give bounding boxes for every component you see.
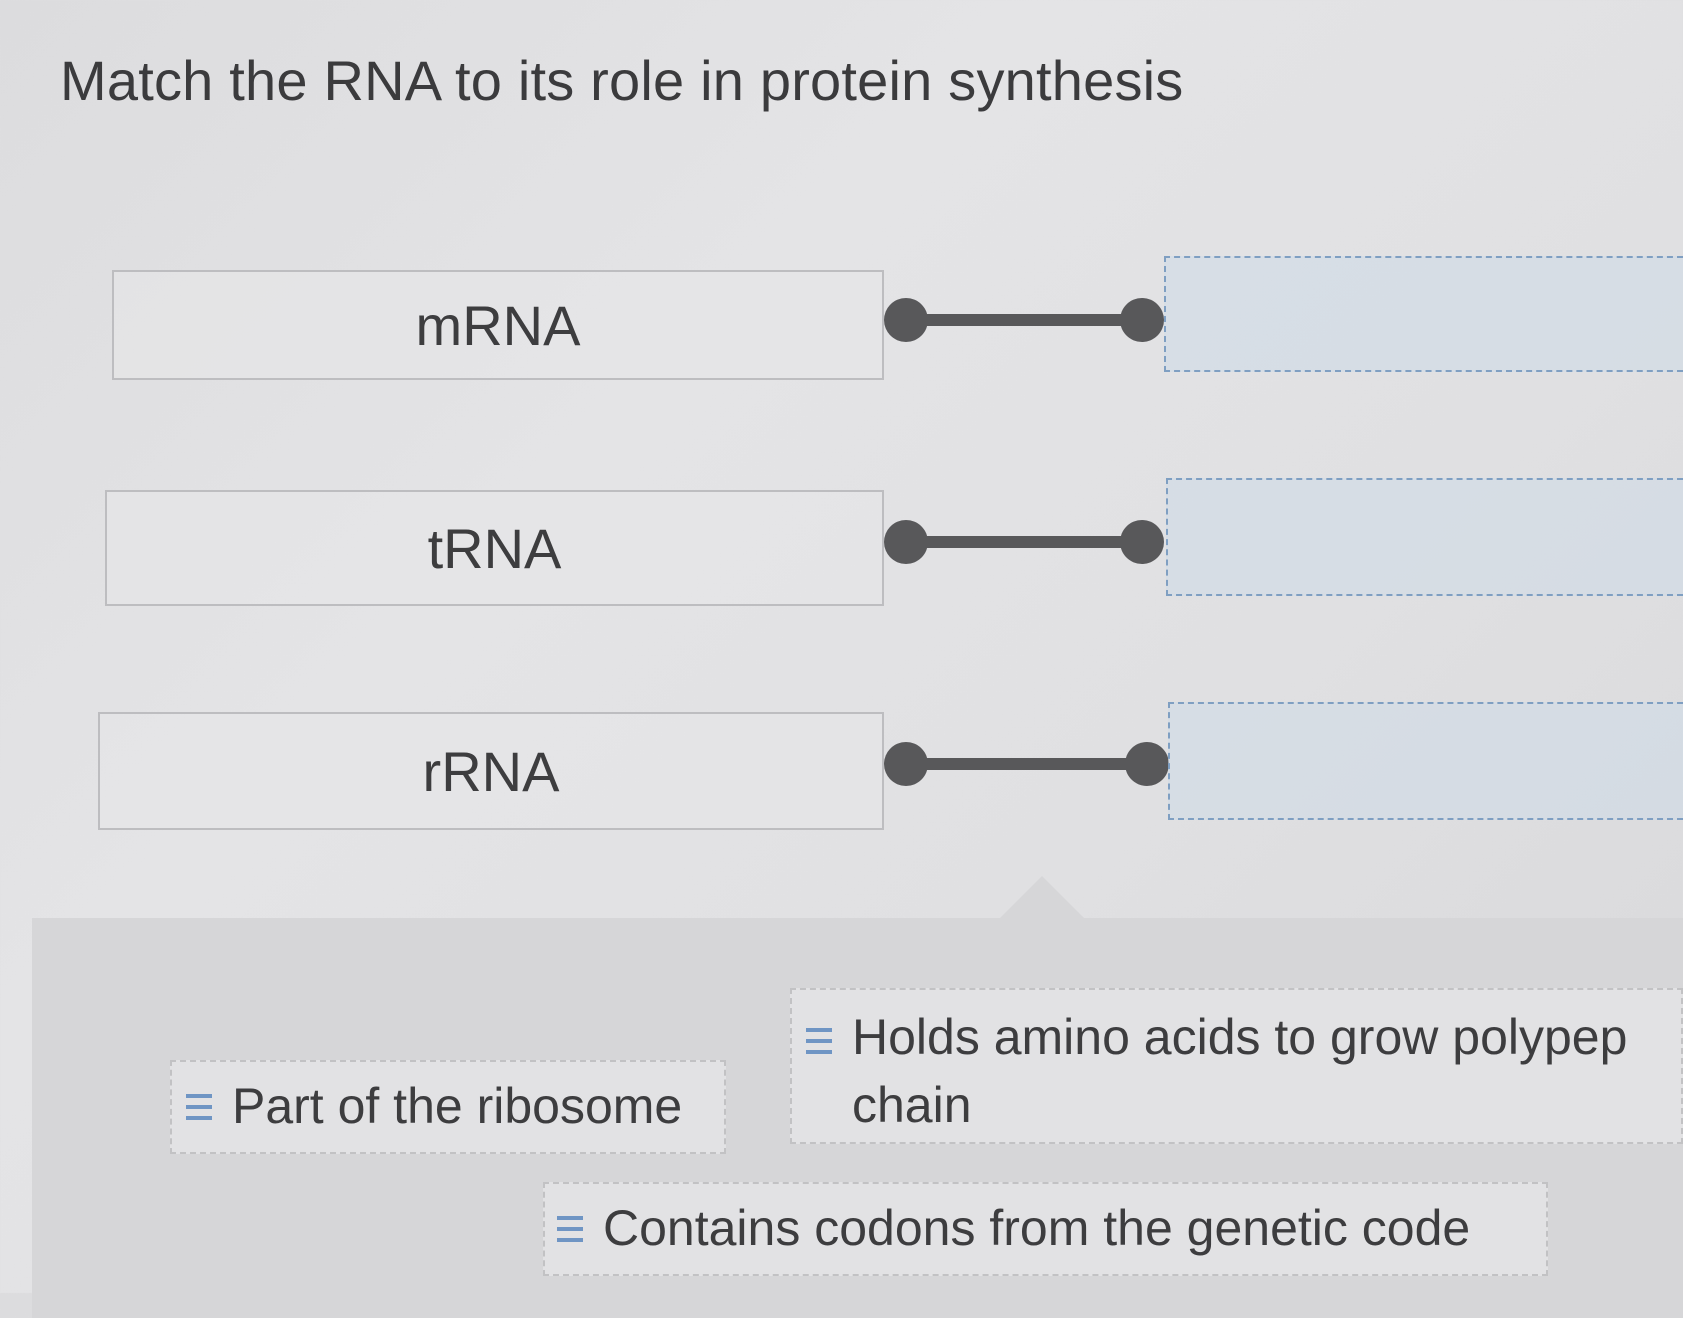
answer-chip-label-line2: chain <box>852 1076 972 1133</box>
tray-pointer <box>1000 876 1084 918</box>
connector-line <box>904 536 1144 548</box>
drag-handle-icon[interactable] <box>806 1026 832 1056</box>
connector-line <box>904 758 1149 770</box>
answer-chip-label: Contains codons from the genetic code <box>603 1200 1471 1257</box>
question-title: Match the RNA to its role in protein syn… <box>60 49 1184 112</box>
rna-item-label: rRNA <box>422 739 560 803</box>
connector-line <box>904 314 1144 326</box>
drag-handle-icon[interactable] <box>186 1092 212 1122</box>
drop-target-trna[interactable] <box>1166 478 1683 596</box>
rna-item-trna: tRNA <box>105 490 884 606</box>
answer-chip-ribosome[interactable]: Part of the ribosome <box>170 1060 726 1154</box>
answer-chip-label: Holds amino acids to grow polypep chain <box>852 1004 1627 1139</box>
answer-chip-label-line1: Holds amino acids to grow polypep <box>852 1009 1628 1065</box>
drag-handle-icon[interactable] <box>557 1214 583 1244</box>
answer-chip-amino-acids[interactable]: Holds amino acids to grow polypep chain <box>790 988 1683 1144</box>
answer-chip-codons[interactable]: Contains codons from the genetic code <box>543 1182 1548 1276</box>
connector-end-dot[interactable] <box>1120 520 1164 564</box>
connector-end-dot[interactable] <box>1120 298 1164 342</box>
answer-chip-label: Part of the ribosome <box>232 1078 683 1135</box>
connector-end-dot[interactable] <box>1125 742 1169 786</box>
rna-item-label: mRNA <box>415 293 581 357</box>
rna-item-rrna: rRNA <box>98 712 884 830</box>
connector-rrna[interactable] <box>884 742 1169 788</box>
connector-mrna[interactable] <box>884 298 1164 344</box>
rna-item-mrna: mRNA <box>112 270 884 380</box>
rna-item-label: tRNA <box>427 516 562 580</box>
connector-trna[interactable] <box>884 520 1164 566</box>
drop-target-rrna[interactable] <box>1168 702 1683 820</box>
drop-target-mrna[interactable] <box>1164 256 1683 372</box>
